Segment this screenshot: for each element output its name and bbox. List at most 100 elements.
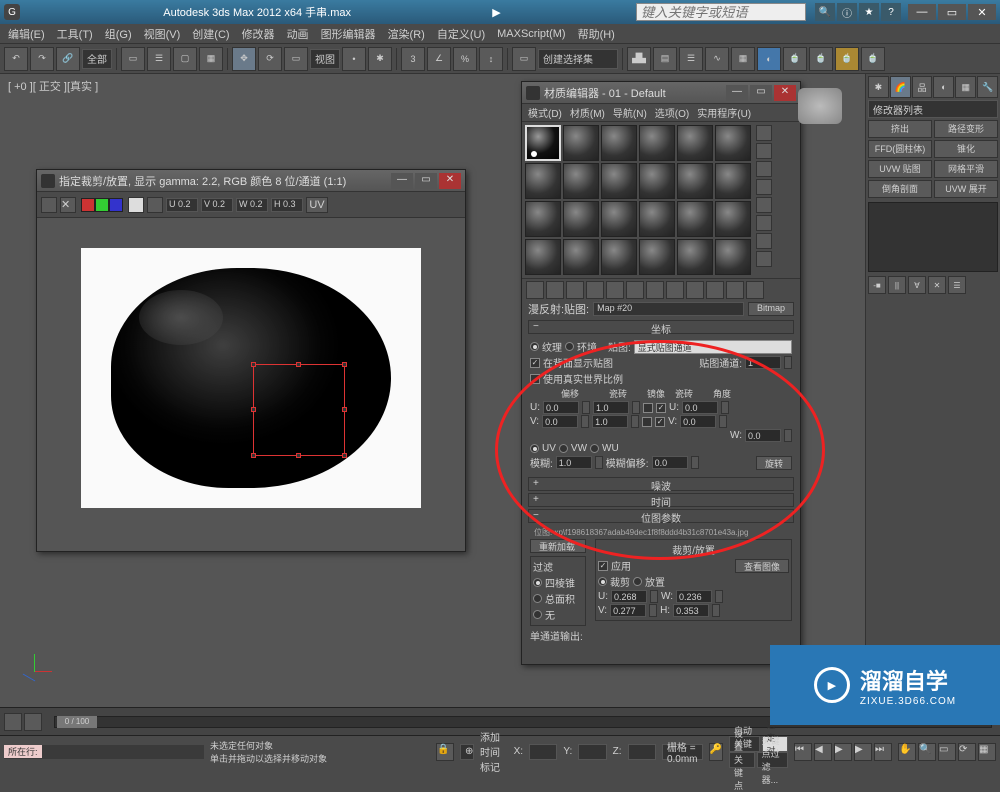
close-button[interactable]: ✕ bbox=[968, 4, 996, 20]
map-type-button[interactable]: Bitmap bbox=[748, 302, 794, 316]
zoom-button[interactable]: 🔍 bbox=[918, 743, 936, 761]
link-button[interactable]: 🔗 bbox=[56, 47, 80, 71]
u-value[interactable]: U 0.2 bbox=[166, 198, 198, 212]
select-name-button[interactable]: ☰ bbox=[147, 47, 171, 71]
mod-extrude-button[interactable]: 挤出 bbox=[868, 120, 932, 138]
help2-icon[interactable]: ? bbox=[881, 3, 901, 21]
channel-b-button[interactable] bbox=[109, 198, 123, 212]
star-icon[interactable]: ★ bbox=[859, 3, 879, 21]
me-min-button[interactable]: — bbox=[726, 85, 748, 101]
u-angle-spinner[interactable]: 0.0 bbox=[682, 401, 718, 414]
panel-hierarchy-tab[interactable]: 品 bbox=[912, 76, 933, 98]
snap-toggle-button[interactable]: 3 bbox=[401, 47, 425, 71]
panel-modify-tab[interactable]: 🌈 bbox=[890, 76, 911, 98]
time-config-button[interactable] bbox=[4, 713, 22, 731]
mod-pathdeform-button[interactable]: 路径变形 bbox=[934, 120, 998, 138]
wu-radio[interactable] bbox=[590, 444, 599, 453]
spinner-icon[interactable] bbox=[691, 456, 699, 469]
u-mirror-checkbox[interactable] bbox=[643, 403, 653, 413]
menu-help[interactable]: 帮助(H) bbox=[578, 26, 615, 42]
material-slot[interactable] bbox=[715, 125, 751, 161]
material-slot[interactable] bbox=[563, 163, 599, 199]
u-tiling-spinner[interactable]: 1.0 bbox=[593, 401, 629, 414]
material-slot[interactable] bbox=[715, 163, 751, 199]
percent-snap-button[interactable]: % bbox=[453, 47, 477, 71]
material-slot[interactable] bbox=[601, 201, 637, 237]
spinner-icon[interactable] bbox=[595, 456, 603, 469]
select-button[interactable]: ▭ bbox=[121, 47, 145, 71]
preview-button[interactable] bbox=[756, 215, 772, 231]
spinner-icon[interactable] bbox=[650, 590, 658, 603]
v-offset-spinner[interactable]: 0.0 bbox=[542, 415, 578, 428]
goto-start-button[interactable]: ⏮ bbox=[794, 743, 812, 761]
bitmap-preview[interactable] bbox=[81, 248, 421, 508]
spinner-icon[interactable] bbox=[715, 590, 723, 603]
options-button[interactable] bbox=[756, 233, 772, 249]
coords-rollout-head[interactable]: −坐标 bbox=[528, 320, 794, 334]
crop-close-button[interactable]: ✕ bbox=[439, 173, 461, 189]
menu-grapheditors[interactable]: 图形编辑器 bbox=[321, 26, 376, 42]
curve-editor-button[interactable]: ∿ bbox=[705, 47, 729, 71]
time-config2-button[interactable] bbox=[24, 713, 42, 731]
z-field[interactable] bbox=[628, 744, 656, 760]
none-radio[interactable] bbox=[533, 610, 542, 619]
v-tiling-spinner[interactable]: 1.0 bbox=[592, 415, 628, 428]
rotate-button[interactable]: ⟳ bbox=[258, 47, 282, 71]
v-mirror-checkbox[interactable] bbox=[642, 417, 652, 427]
material-slot[interactable] bbox=[601, 163, 637, 199]
backlight-button[interactable] bbox=[756, 143, 772, 159]
x-field[interactable] bbox=[529, 744, 557, 760]
menu-group[interactable]: 组(G) bbox=[105, 26, 132, 42]
channel-g-button[interactable] bbox=[95, 198, 109, 212]
spinner-icon[interactable] bbox=[581, 415, 589, 428]
material-slot[interactable] bbox=[715, 201, 751, 237]
layers-button[interactable]: ☰ bbox=[679, 47, 703, 71]
setkey-button[interactable]: 设置关键点 bbox=[729, 752, 755, 768]
place-radio[interactable] bbox=[633, 577, 642, 586]
menu-animation[interactable]: 动画 bbox=[287, 26, 309, 42]
bitmap-path[interactable]: 位图: xp\f198618367adab49dec1f8f8ddd4b31c8… bbox=[530, 527, 792, 538]
mod-ffdcyl-button[interactable]: FFD(圆柱体) bbox=[868, 140, 932, 158]
v-angle-spinner[interactable]: 0.0 bbox=[680, 415, 716, 428]
keyfilter-button[interactable]: 关键点过滤器... bbox=[757, 752, 788, 768]
window-crossing-button[interactable]: ▦ bbox=[199, 47, 223, 71]
pan-view-button[interactable]: ✋ bbox=[898, 743, 916, 761]
crop-max-button[interactable]: ▭ bbox=[415, 173, 437, 189]
minimize-button[interactable]: — bbox=[908, 4, 936, 20]
material-editor-button[interactable]: ◐ bbox=[757, 47, 781, 71]
make-copy-button[interactable] bbox=[606, 281, 624, 299]
play-button[interactable]: ▶ bbox=[834, 743, 852, 761]
uv-button[interactable]: UV bbox=[306, 197, 328, 213]
bluroffset-spinner[interactable]: 0.0 bbox=[652, 456, 688, 469]
mod-bevelprofile-button[interactable]: 倒角剖面 bbox=[868, 180, 932, 198]
gizmo-handle[interactable] bbox=[342, 362, 347, 367]
material-slot[interactable] bbox=[677, 125, 713, 161]
pyramid-radio[interactable] bbox=[533, 578, 542, 587]
me-close-button[interactable]: ✕ bbox=[774, 85, 796, 101]
menu-customize[interactable]: 自定义(U) bbox=[437, 26, 485, 42]
show-end-button[interactable]: || bbox=[888, 276, 906, 294]
material-slot[interactable] bbox=[677, 163, 713, 199]
spinner-icon[interactable] bbox=[649, 604, 657, 617]
menu-view[interactable]: 视图(V) bbox=[144, 26, 181, 42]
y-field[interactable] bbox=[578, 744, 606, 760]
real-world-checkbox[interactable] bbox=[530, 374, 540, 384]
mono-button[interactable] bbox=[147, 197, 163, 213]
goto-end-button[interactable]: ⏭ bbox=[874, 743, 892, 761]
spinner-icon[interactable] bbox=[582, 401, 590, 414]
render-setup-button[interactable]: 🍵 bbox=[783, 47, 807, 71]
mod-meshsmooth-button[interactable]: 网格平滑 bbox=[934, 160, 998, 178]
assign-button[interactable] bbox=[566, 281, 584, 299]
menu-edit[interactable]: 编辑(E) bbox=[8, 26, 45, 42]
material-slot[interactable] bbox=[639, 163, 675, 199]
crop-v-spinner[interactable]: 0.277 bbox=[610, 604, 646, 617]
spinner-icon[interactable] bbox=[631, 415, 639, 428]
mod-taper-button[interactable]: 锥化 bbox=[934, 140, 998, 158]
panel-display-tab[interactable]: ▦ bbox=[955, 76, 976, 98]
crop-gizmo[interactable] bbox=[253, 364, 345, 456]
refcoord-dropdown[interactable]: 视图 bbox=[310, 49, 340, 69]
lock-button[interactable]: 🔒 bbox=[436, 743, 454, 761]
mapping-dropdown[interactable]: 显式贴图通道 bbox=[634, 340, 792, 354]
material-slot[interactable] bbox=[525, 239, 561, 275]
spinner-icon[interactable] bbox=[632, 401, 640, 414]
